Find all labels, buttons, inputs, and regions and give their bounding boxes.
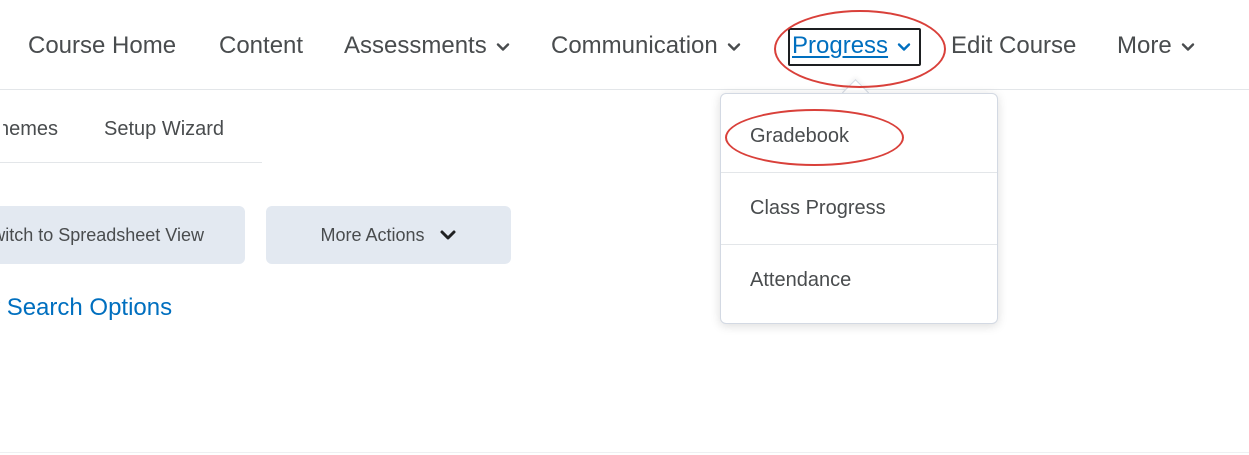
nav-edit-course-label: Edit Course: [951, 32, 1077, 59]
switch-to-spreadsheet-label: Switch to Spreadsheet View: [0, 224, 204, 245]
progress-dropdown-menu: Gradebook Class Progress Attendance: [720, 93, 998, 324]
nav-progress-label: Progress: [792, 32, 889, 59]
more-actions-button[interactable]: More Actions: [266, 206, 511, 264]
search-options-link[interactable]: Show Search Options: [0, 294, 172, 322]
menu-item-attendance-label: Attendance: [750, 269, 852, 291]
nav-course-home[interactable]: Course Home: [28, 29, 176, 63]
nav-communication[interactable]: Communication: [551, 29, 741, 63]
more-actions-label: More Actions: [320, 224, 425, 245]
nav-course-home-label: Course Home: [28, 32, 177, 59]
tab-schemes[interactable]: Schemes: [3, 118, 58, 141]
menu-item-gradebook[interactable]: Gradebook: [721, 100, 997, 172]
nav-content[interactable]: Content: [219, 29, 303, 63]
nav-more-label: More: [1117, 32, 1172, 59]
nav-communication-label: Communication: [551, 32, 718, 59]
menu-item-attendance[interactable]: Attendance: [721, 244, 997, 316]
switch-to-spreadsheet-button[interactable]: Switch to Spreadsheet View: [0, 206, 245, 264]
nav-edit-course[interactable]: Edit Course: [951, 29, 1076, 63]
menu-item-class-progress-label: Class Progress: [750, 197, 886, 219]
chevron-down-icon: [897, 40, 911, 54]
tab-setup-wizard[interactable]: Setup Wizard: [104, 118, 224, 141]
course-navbar: Course Home Content Assessments Communic…: [0, 0, 1249, 90]
bottom-divider: [0, 452, 1249, 453]
menu-item-class-progress[interactable]: Class Progress: [721, 172, 997, 244]
nav-content-label: Content: [219, 32, 304, 59]
gradebook-subtabs: Schemes Setup Wizard: [0, 91, 262, 163]
nav-more[interactable]: More: [1117, 29, 1195, 63]
chevron-down-icon: [727, 40, 741, 54]
nav-assessments-label: Assessments: [344, 32, 487, 59]
nav-progress[interactable]: Progress: [792, 29, 911, 63]
search-options-label: Show Search Options: [0, 294, 173, 321]
chevron-down-icon: [1181, 40, 1195, 54]
nav-assessments[interactable]: Assessments: [344, 29, 510, 63]
menu-item-gradebook-label: Gradebook: [750, 124, 849, 147]
page: Course Home Content Assessments Communic…: [0, 0, 1249, 455]
tab-setup-wizard-label: Setup Wizard: [104, 118, 225, 140]
chevron-down-icon: [496, 40, 510, 54]
chevron-down-icon: [439, 226, 457, 244]
tab-schemes-label: Schemes: [3, 118, 58, 140]
